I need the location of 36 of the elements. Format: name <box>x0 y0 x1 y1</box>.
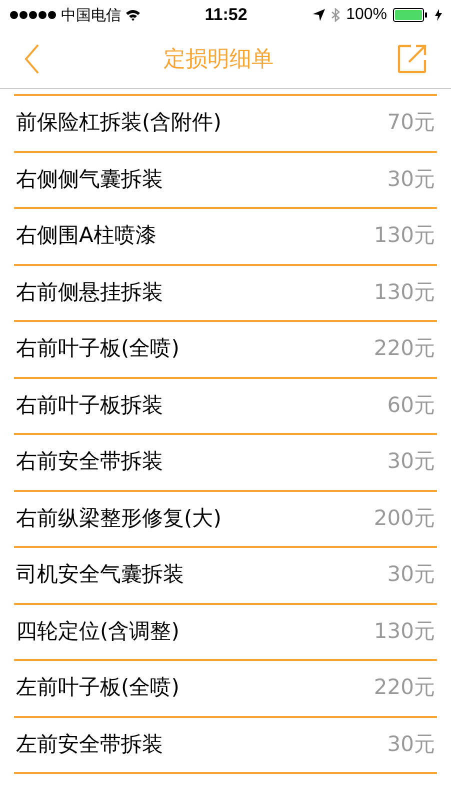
item-price: 60元 <box>387 392 435 418</box>
item-price: 220元 <box>374 674 435 701</box>
battery-icon <box>393 8 429 22</box>
item-name: 前保险杠拆装(含附件) <box>16 109 222 136</box>
bluetooth-icon <box>331 8 340 22</box>
signal-icon <box>9 10 57 20</box>
item-price: 30元 <box>387 166 435 192</box>
item-name: 左前安全带拆装 <box>16 730 163 758</box>
item-name: 右侧侧气囊拆装 <box>16 166 163 192</box>
carrier-name: 中国电信 <box>61 4 121 26</box>
status-time: 11:52 <box>204 4 248 26</box>
item-name: 右侧围A柱喷漆 <box>16 222 156 249</box>
battery-percent: 100% <box>346 5 387 25</box>
item-name: 左前叶子板(全喷) <box>16 674 180 701</box>
item-name: 右前侧悬挂拆装 <box>16 278 163 306</box>
item-price: 30元 <box>387 448 435 475</box>
item-name: 司机安全气囊拆装 <box>16 561 184 588</box>
item-price: 130元 <box>374 278 435 306</box>
item-price: 130元 <box>374 618 435 644</box>
back-icon[interactable] <box>24 44 40 74</box>
item-name: 右前纵梁整形修复(大) <box>16 504 222 532</box>
location-icon <box>313 9 326 21</box>
share-icon[interactable] <box>397 44 427 74</box>
charging-icon <box>435 9 442 21</box>
item-price: 30元 <box>387 730 435 758</box>
wifi-icon <box>125 9 141 21</box>
item-price: 130元 <box>374 222 435 249</box>
item-price: 220元 <box>374 335 435 362</box>
item-price: 70元 <box>387 109 435 136</box>
item-price: 200元 <box>374 504 435 532</box>
item-name: 四轮定位(含调整) <box>16 618 180 644</box>
item-name: 右前安全带拆装 <box>16 448 163 475</box>
item-name: 右前叶子板拆装 <box>16 392 163 418</box>
page-title: 定损明细单 <box>164 46 274 74</box>
item-price: 30元 <box>387 561 435 588</box>
item-name: 右前叶子板(全喷) <box>16 335 180 362</box>
